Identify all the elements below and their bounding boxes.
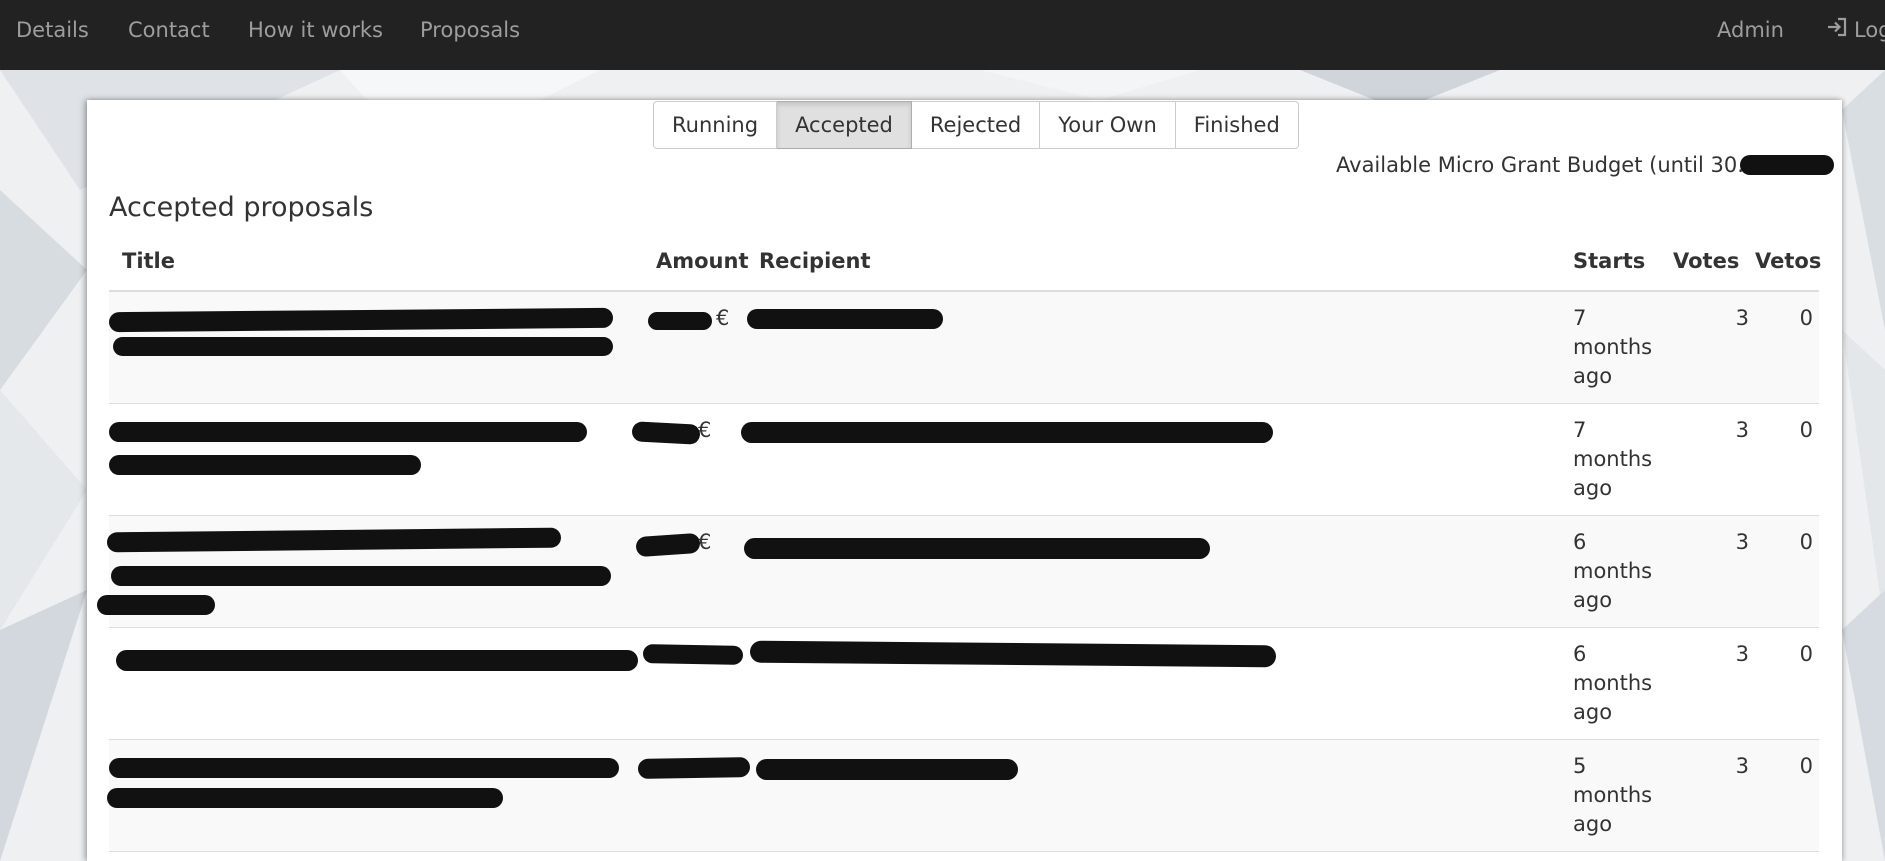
proposal-vetos: 0 <box>1799 306 1813 330</box>
redaction-title <box>109 422 587 442</box>
redaction-recipient <box>747 309 943 329</box>
nav-login-label: Log <box>1854 18 1885 42</box>
nav-how-it-works[interactable]: How it works <box>248 0 383 60</box>
nav-details[interactable]: Details <box>16 0 89 60</box>
proposal-amount: € <box>716 306 730 330</box>
redaction-recipient <box>756 759 1018 780</box>
proposal-amount: € <box>698 418 712 442</box>
proposal-starts: 7 months ago <box>1573 306 1653 388</box>
column-header-amount[interactable]: Amount <box>656 249 749 273</box>
filter-rejected-button[interactable]: Rejected <box>911 101 1041 149</box>
redaction-amount <box>631 421 701 445</box>
nav-contact[interactable]: Contact <box>128 0 210 60</box>
proposal-starts: 5 months ago <box>1573 754 1653 836</box>
redaction-recipient <box>749 640 1277 668</box>
redaction-title <box>109 758 619 778</box>
filter-accepted-button[interactable]: Accepted <box>777 101 912 149</box>
redaction-title <box>97 595 215 615</box>
proposal-amount: € <box>698 530 712 554</box>
page-title: Accepted proposals <box>109 192 374 223</box>
redaction-recipient <box>744 538 1210 559</box>
proposal-vetos: 0 <box>1799 642 1813 666</box>
proposal-starts: 6 months ago <box>1573 642 1653 724</box>
proposal-vetos: 0 <box>1799 530 1813 554</box>
redaction-title <box>107 788 503 808</box>
column-header-recipient[interactable]: Recipient <box>759 249 871 273</box>
sign-in-icon <box>1826 1 1848 61</box>
proposal-vetos: 0 <box>1799 754 1813 778</box>
filter-finished-button[interactable]: Finished <box>1175 101 1299 149</box>
column-header-title[interactable]: Title <box>122 249 175 273</box>
column-header-votes[interactable]: Votes <box>1673 249 1739 273</box>
redaction-amount <box>648 312 712 330</box>
proposal-filter-group: Running Accepted Rejected Your Own Finis… <box>653 101 1299 149</box>
nav-login[interactable]: Log <box>1826 0 1885 60</box>
redaction-budget-amount <box>1740 155 1834 175</box>
proposal-votes: 3 <box>1735 418 1749 442</box>
redaction-amount <box>642 644 744 665</box>
filter-running-button[interactable]: Running <box>653 101 778 149</box>
nav-proposals[interactable]: Proposals <box>420 0 520 60</box>
redaction-title <box>111 566 611 586</box>
proposal-votes: 3 <box>1735 530 1749 554</box>
filter-your-own-button[interactable]: Your Own <box>1040 101 1176 149</box>
proposal-vetos: 0 <box>1799 418 1813 442</box>
proposal-votes: 3 <box>1735 754 1749 778</box>
redaction-title <box>109 455 421 475</box>
redaction-title <box>116 650 638 671</box>
proposal-starts: 7 months ago <box>1573 418 1653 500</box>
redaction-title <box>113 337 613 356</box>
top-navbar: Details Contact How it works Proposals A… <box>0 0 1885 70</box>
redaction-recipient <box>741 422 1273 443</box>
budget-label: Available Micro Grant Budget (until 30.9… <box>1336 153 1780 177</box>
proposal-starts: 6 months ago <box>1573 530 1653 612</box>
redaction-amount <box>637 757 751 779</box>
column-header-starts[interactable]: Starts <box>1573 249 1645 273</box>
proposal-votes: 3 <box>1735 306 1749 330</box>
proposal-votes: 3 <box>1735 642 1749 666</box>
nav-admin[interactable]: Admin <box>1717 0 1784 60</box>
column-header-vetos[interactable]: Vetos <box>1755 249 1821 273</box>
